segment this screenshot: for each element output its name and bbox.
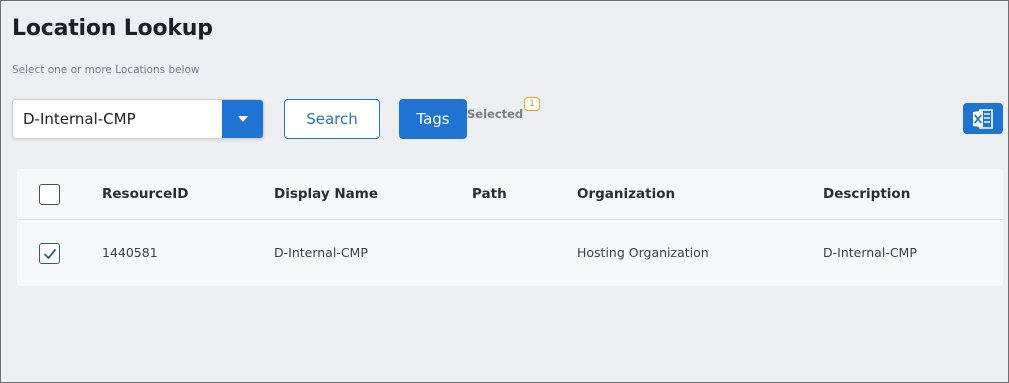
selected-count-badge: 1 — [524, 97, 540, 111]
cell-resource-id: 1440581 — [102, 245, 158, 260]
selected-label: Selected — [467, 107, 524, 121]
column-header-path[interactable]: Path — [472, 186, 507, 202]
cell-organization: Hosting Organization — [577, 245, 709, 260]
page-subtitle: Select one or more Locations below — [12, 64, 200, 76]
excel-icon — [973, 108, 993, 129]
column-header-display-name[interactable]: Display Name — [274, 186, 378, 202]
cell-display-name: D-Internal-CMP — [274, 245, 368, 260]
checkmark-icon — [43, 248, 56, 259]
select-all-checkbox[interactable] — [39, 184, 60, 205]
locations-table: ResourceID Display Name Path Organizatio… — [17, 169, 1003, 286]
row-checkbox[interactable] — [39, 243, 60, 264]
location-dropdown-button[interactable] — [222, 100, 263, 138]
column-header-resourceid[interactable]: ResourceID — [102, 186, 189, 202]
tags-button[interactable]: Tags — [399, 99, 467, 139]
cell-description: D-Internal-CMP — [823, 245, 917, 260]
location-combobox[interactable] — [12, 99, 264, 139]
location-input[interactable] — [13, 100, 223, 138]
column-header-organization[interactable]: Organization — [577, 186, 675, 202]
table-header: ResourceID Display Name Path Organizatio… — [17, 169, 1003, 220]
export-excel-button[interactable] — [963, 103, 1003, 134]
location-lookup-panel: Location Lookup Select one or more Locat… — [0, 0, 1009, 383]
table-row[interactable]: 1440581 D-Internal-CMP Hosting Organizat… — [17, 221, 1003, 286]
search-button[interactable]: Search — [284, 99, 380, 139]
page-title: Location Lookup — [12, 16, 213, 41]
column-header-description[interactable]: Description — [823, 186, 910, 202]
caret-down-icon — [237, 116, 248, 122]
